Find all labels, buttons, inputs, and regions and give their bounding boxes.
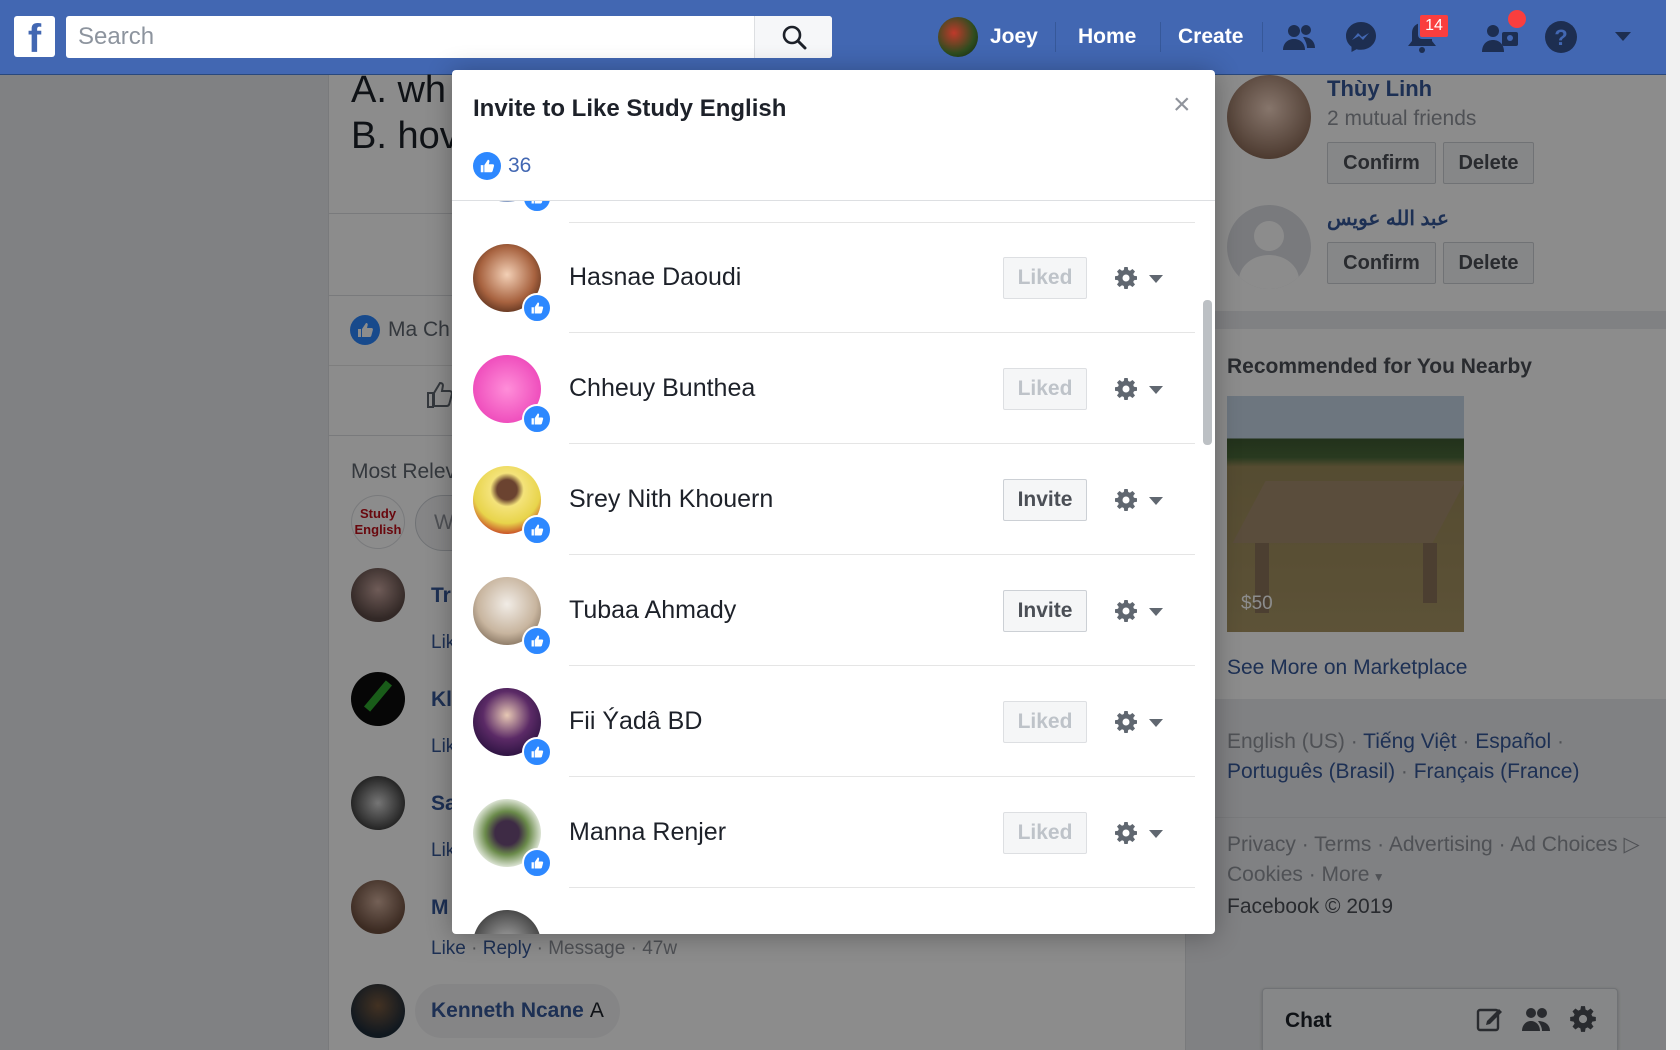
invite-dialog: Invite to Like Study English × 36 Hasnae… xyxy=(452,70,1215,934)
like-badge-icon xyxy=(522,515,552,545)
person-name[interactable]: Tubaa Ahmady xyxy=(569,596,736,625)
liked-button: Liked xyxy=(1003,812,1087,854)
search-button[interactable] xyxy=(754,16,832,58)
divider xyxy=(569,332,1195,333)
list-item: Hasnae Daoudi Liked xyxy=(452,223,1215,333)
chevron-down-icon[interactable] xyxy=(1149,275,1163,283)
divider xyxy=(569,665,1195,666)
notification-count-badge: 14 xyxy=(1418,13,1450,39)
search-box xyxy=(66,16,832,58)
list-item: Manna Renjer Liked xyxy=(452,778,1215,888)
divider xyxy=(569,443,1195,444)
like-icon xyxy=(473,152,501,180)
search-input[interactable] xyxy=(66,17,754,57)
people-list: Hasnae Daoudi Liked Chheuy Bunthea Liked… xyxy=(452,200,1215,934)
person-name[interactable]: Manna Renjer xyxy=(569,818,726,847)
invite-button[interactable]: Invite xyxy=(1003,590,1087,632)
list-item: Chheuy Bunthea Liked xyxy=(452,334,1215,444)
caret-down-icon[interactable] xyxy=(1615,32,1631,41)
gear-icon[interactable] xyxy=(1114,710,1138,734)
gear-icon[interactable] xyxy=(1114,488,1138,512)
like-badge-icon xyxy=(522,737,552,767)
person-name[interactable]: Chheuy Bunthea xyxy=(569,374,755,403)
person-name[interactable]: Srey Nith Khouern xyxy=(569,485,773,514)
gear-icon[interactable] xyxy=(1114,377,1138,401)
facebook-logo[interactable]: f xyxy=(14,16,55,57)
avatar xyxy=(938,17,978,57)
nav-divider xyxy=(1160,22,1161,52)
chevron-down-icon[interactable] xyxy=(1149,608,1163,616)
liked-button: Liked xyxy=(1003,368,1087,410)
profile-name: Joey xyxy=(990,25,1038,48)
chevron-down-icon[interactable] xyxy=(1149,830,1163,838)
profile-link[interactable]: Joey xyxy=(938,16,1038,58)
action-label: Invite xyxy=(1017,599,1073,622)
dialog-scrollbar[interactable] xyxy=(1203,300,1212,445)
like-badge-icon xyxy=(522,404,552,434)
like-count[interactable]: 36 xyxy=(508,154,531,178)
create-link[interactable]: Create xyxy=(1178,25,1243,49)
home-link[interactable]: Home xyxy=(1078,25,1136,49)
messenger-icon[interactable] xyxy=(1341,17,1381,57)
liked-button: Liked xyxy=(1003,701,1087,743)
avatar xyxy=(473,910,541,934)
action-label: Liked xyxy=(1017,266,1073,289)
search-icon xyxy=(782,25,806,50)
nav-divider xyxy=(1055,22,1056,52)
list-item: Fii Ýadâ BD Liked xyxy=(452,667,1215,777)
chevron-down-icon[interactable] xyxy=(1149,386,1163,394)
action-label: Liked xyxy=(1017,821,1073,844)
friend-requests-dot xyxy=(1508,10,1526,28)
divider xyxy=(569,776,1195,777)
chevron-down-icon[interactable] xyxy=(1149,719,1163,727)
list-item xyxy=(452,201,1215,223)
svg-text:?: ? xyxy=(1554,25,1567,50)
liked-button: Liked xyxy=(1003,257,1087,299)
action-label: Invite xyxy=(1017,488,1073,511)
nav-divider xyxy=(1262,22,1263,52)
help-icon[interactable]: ? xyxy=(1541,17,1581,57)
top-navigation-bar: f Joey Home Create 14 ? xyxy=(0,0,1680,75)
dialog-title: Invite to Like Study English xyxy=(473,95,787,122)
person-name[interactable]: Fii Ýadâ BD xyxy=(569,707,702,736)
action-label: Liked xyxy=(1017,377,1073,400)
divider xyxy=(569,887,1195,888)
like-badge-icon xyxy=(522,293,552,323)
close-icon[interactable]: × xyxy=(1173,90,1191,120)
page-scrollbar[interactable] xyxy=(1666,0,1680,1050)
friends-icon[interactable] xyxy=(1279,17,1319,57)
like-badge-icon xyxy=(522,848,552,878)
gear-icon[interactable] xyxy=(1114,821,1138,845)
list-item: Tubaa Ahmady Invite xyxy=(452,556,1215,666)
divider xyxy=(569,554,1195,555)
gear-icon[interactable] xyxy=(1114,599,1138,623)
action-label: Liked xyxy=(1017,710,1073,733)
notification-count: 14 xyxy=(1425,17,1443,34)
person-name[interactable]: Hasnae Daoudi xyxy=(569,263,741,292)
list-item xyxy=(452,889,1215,934)
chevron-down-icon[interactable] xyxy=(1149,497,1163,505)
invite-button[interactable]: Invite xyxy=(1003,479,1087,521)
gear-icon[interactable] xyxy=(1114,266,1138,290)
like-badge-icon xyxy=(522,626,552,656)
like-badge-icon xyxy=(522,201,552,213)
list-item: Srey Nith Khouern Invite xyxy=(452,445,1215,555)
